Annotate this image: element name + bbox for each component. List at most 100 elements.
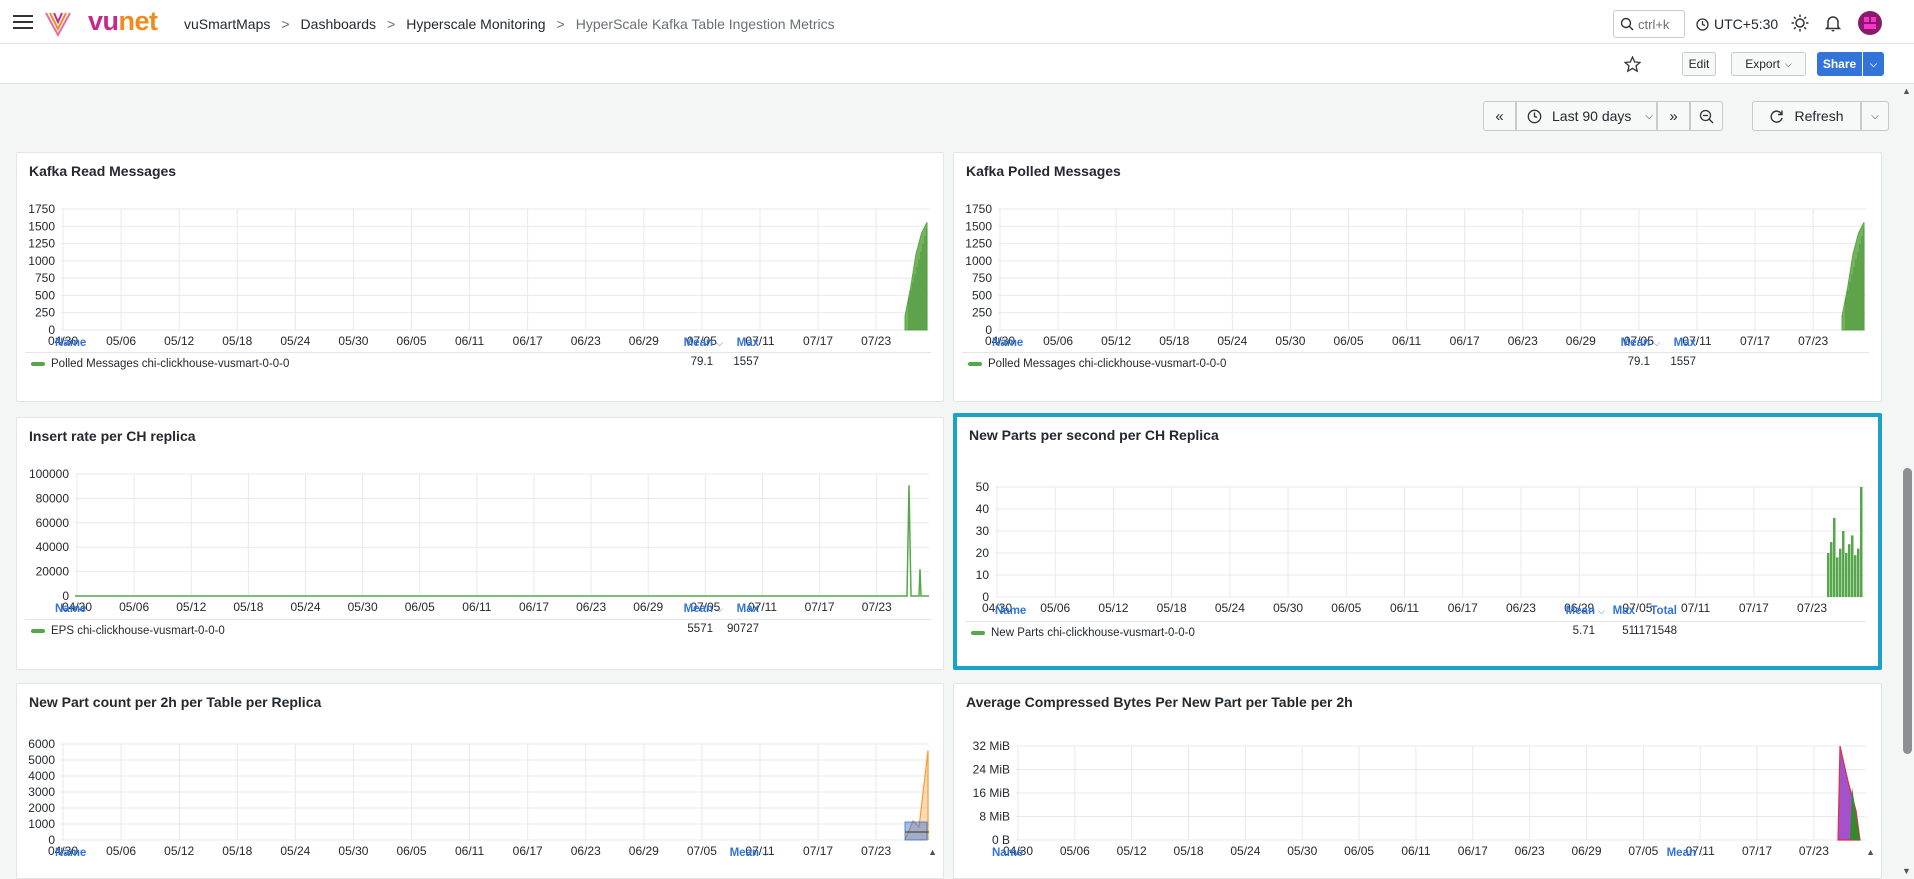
share-menu-button[interactable]: ⌵ xyxy=(1863,52,1884,76)
sun-icon[interactable] xyxy=(1791,14,1809,32)
x-tick-label: 06/17 xyxy=(513,844,543,858)
menu-icon[interactable] xyxy=(13,15,33,29)
series-bar[interactable] xyxy=(1833,517,1836,597)
x-tick-label: 06/29 xyxy=(629,334,659,348)
panel-new-part-count[interactable]: New Part count per 2h per Table per Repl… xyxy=(16,683,944,879)
avatar[interactable] xyxy=(1858,11,1882,35)
x-tick-label: 05/06 xyxy=(119,600,149,614)
legend-column-header-mean[interactable]: Mean xyxy=(1621,337,1650,349)
series-bar[interactable] xyxy=(1854,555,1857,597)
legend-name-header[interactable]: Name xyxy=(55,603,86,615)
legend-column-header-total[interactable]: Total xyxy=(1650,605,1677,617)
chart-svg: 600050004000300020001000004/30 05/06 05/12… xyxy=(28,737,929,858)
y-tick-label: 500 xyxy=(972,288,992,302)
legend-name-header[interactable]: Name xyxy=(55,337,86,349)
sort-chevron-icon: ⌵ xyxy=(1699,848,1706,858)
legend-name-header[interactable]: Name xyxy=(992,847,1023,859)
search-input[interactable]: ctrl+k xyxy=(1613,10,1685,38)
time-shift-forward-button[interactable]: » xyxy=(1657,101,1690,131)
breadcrumb-hyperscale-monitoring[interactable]: Hyperscale Monitoring xyxy=(406,16,545,32)
y-tick-label: 1500 xyxy=(965,219,992,233)
legend-name-header[interactable]: Name xyxy=(55,847,86,859)
legend-row[interactable]: Polled Messages chi-clickhouse-vusmart-0… xyxy=(25,352,931,374)
series-bar[interactable] xyxy=(1860,487,1863,597)
x-tick-label: 05/18 xyxy=(233,600,263,614)
x-tick-label: 07/17 xyxy=(803,334,833,348)
scroll-down-arrow[interactable]: ▼ xyxy=(1902,866,1911,876)
y-tick-label: 20 xyxy=(976,546,990,560)
share-button[interactable]: Share xyxy=(1817,52,1862,76)
refresh-interval-dropdown[interactable]: ⌵ xyxy=(1861,101,1889,131)
series-line[interactable] xyxy=(75,485,929,597)
refresh-button[interactable]: Refresh xyxy=(1752,101,1861,131)
bell-icon[interactable] xyxy=(1825,14,1841,32)
star-icon[interactable] xyxy=(1624,56,1641,73)
panel-insert-rate[interactable]: Insert rate per CH replica 100000 80000 600… xyxy=(16,417,944,670)
legend-column-header-max[interactable]: Max xyxy=(737,337,759,349)
y-tick-label: 1750 xyxy=(28,202,55,216)
legend-series-name: EPS chi-clickhouse-vusmart-0-0-0 xyxy=(51,624,225,637)
legend-scroll-up-icon[interactable]: ▲ xyxy=(1866,847,1875,857)
series-bar[interactable] xyxy=(1830,542,1833,597)
legend-row[interactable]: New Parts chi-clickhouse-vusmart-0-0-0 xyxy=(965,621,1866,643)
series-area[interactable] xyxy=(904,222,928,331)
panel-new-parts-per-second[interactable]: New Parts per second per CH Replica 50 40 3… xyxy=(953,413,1882,670)
series-bar[interactable] xyxy=(1827,553,1830,597)
export-button[interactable]: Export ⌵ xyxy=(1731,52,1806,76)
panel-avg-compressed-bytes[interactable]: Average Compressed Bytes Per New Part pe… xyxy=(953,683,1882,879)
x-tick-label: 05/06 xyxy=(1040,601,1070,615)
series-bar[interactable] xyxy=(1845,553,1848,597)
x-tick-label: 06/11 xyxy=(462,600,491,614)
series-bar[interactable] xyxy=(1848,544,1851,597)
series-color-swatch xyxy=(31,361,45,366)
breadcrumb-separator: > xyxy=(556,16,565,32)
panel-kafka-read-messages[interactable]: Kafka Read Messages 1750 1500 1250 1000 750 50… xyxy=(16,152,944,402)
panel-kafka-polled-messages[interactable]: Kafka Polled Messages 1750 1500 1250 1000 750… xyxy=(953,152,1882,402)
vunet-logo-icon xyxy=(45,12,71,37)
y-tick-label: 4000 xyxy=(28,769,55,783)
series-color-swatch xyxy=(31,628,45,633)
legend-column-header-mean[interactable]: Mean xyxy=(1667,847,1696,859)
x-tick-label: 06/05 xyxy=(1344,844,1374,858)
time-shift-back-button[interactable]: « xyxy=(1483,101,1516,131)
series-bar[interactable] xyxy=(1836,557,1839,597)
chevron-down-icon: ⌵ xyxy=(1645,110,1653,122)
breadcrumb-dashboards[interactable]: Dashboards xyxy=(301,16,377,32)
x-tick-label: 06/29 xyxy=(629,844,659,858)
series-bar[interactable] xyxy=(1842,531,1845,597)
series-bar[interactable] xyxy=(1851,535,1854,597)
brand-logo[interactable]: vunet xyxy=(88,6,158,36)
legend-scroll-up-icon[interactable]: ▲ xyxy=(928,847,937,857)
scroll-up-arrow[interactable]: ▲ xyxy=(1902,86,1911,96)
time-range-picker[interactable]: Last 90 days ⌵ xyxy=(1516,101,1657,131)
x-tick-label: 07/17 xyxy=(803,844,833,858)
legend-row[interactable]: Polled Messages chi-clickhouse-vusmart-0… xyxy=(962,352,1869,374)
legend-column-header-max[interactable]: Max xyxy=(1613,605,1635,617)
legend-name-header[interactable]: Name xyxy=(995,605,1026,617)
y-tick-label: 40 xyxy=(976,502,990,516)
legend-row[interactable]: EPS chi-clickhouse-vusmart-0-0-0 xyxy=(25,619,931,641)
legend-column-header-mean[interactable]: Mean xyxy=(1566,605,1595,617)
x-tick-label: 06/05 xyxy=(396,844,426,858)
legend-name-header[interactable]: Name xyxy=(992,337,1023,349)
timezone-display[interactable]: UTC+5:30 xyxy=(1696,16,1778,32)
series-bar[interactable] xyxy=(1839,548,1842,597)
legend-column-header-mean[interactable]: Mean xyxy=(684,337,713,349)
x-tick-label: 06/05 xyxy=(405,600,435,614)
series-area[interactable] xyxy=(1841,222,1865,331)
x-tick-label: 07/17 xyxy=(1742,844,1772,858)
y-tick-label: 50 xyxy=(976,480,990,494)
edit-button[interactable]: Edit xyxy=(1682,52,1716,76)
legend-column-header-max[interactable]: Max xyxy=(1674,337,1696,349)
legend-column-header-max[interactable]: Max xyxy=(737,603,759,615)
legend-value-max: 90727 xyxy=(727,623,759,635)
legend-value-mean: 5571 xyxy=(687,623,713,635)
x-tick-label: 06/17 xyxy=(1448,601,1478,615)
legend-column-header-mean[interactable]: Mean xyxy=(730,847,759,859)
scrollbar-thumb[interactable] xyxy=(1903,468,1912,754)
series-bar[interactable] xyxy=(1857,548,1860,597)
zoom-out-button[interactable] xyxy=(1690,101,1723,131)
breadcrumb-vusmartmaps[interactable]: vuSmartMaps xyxy=(184,16,270,32)
x-tick-label: 06/23 xyxy=(1508,334,1538,348)
legend-column-header-mean[interactable]: Mean xyxy=(684,603,713,615)
